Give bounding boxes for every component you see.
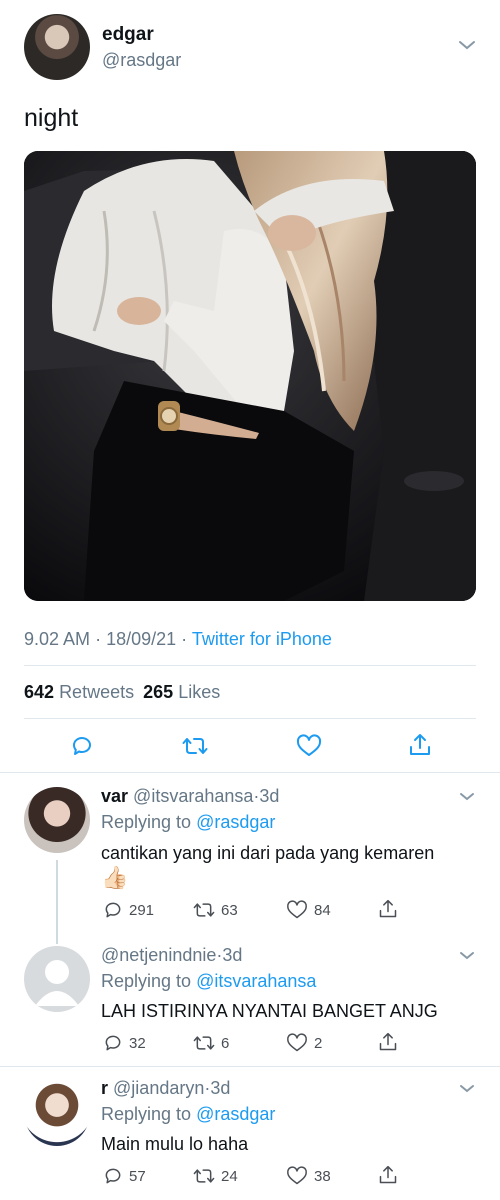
like-button[interactable]: 2 bbox=[286, 1033, 322, 1053]
reply-count: 57 bbox=[129, 1167, 146, 1185]
retweet-icon bbox=[193, 1169, 215, 1183]
retweet-button[interactable] bbox=[182, 734, 208, 763]
reply-text: LAH ISTIRINYA NYANTAI BANGET ANJG bbox=[101, 1001, 438, 1021]
reply-header: r @jiandaryn·3d bbox=[101, 1078, 230, 1099]
heart-icon bbox=[287, 1033, 307, 1052]
share-button[interactable] bbox=[378, 1164, 398, 1186]
divider bbox=[24, 665, 476, 666]
thumbs-up-emoji: 👍🏻 bbox=[101, 865, 129, 890]
replying-to: Replying to @rasdgar bbox=[101, 1104, 275, 1125]
retweet-icon bbox=[182, 738, 208, 754]
retweet-count: 6 bbox=[221, 1034, 230, 1052]
reply-avatar[interactable] bbox=[24, 787, 90, 853]
reply-handle[interactable]: @netjenindnie bbox=[101, 945, 216, 965]
like-button[interactable]: 38 bbox=[286, 1166, 331, 1186]
reply-time: 3d bbox=[210, 1078, 231, 1098]
reply-time: 3d bbox=[259, 786, 280, 806]
reply-count: 32 bbox=[129, 1034, 146, 1052]
heart-icon bbox=[287, 1166, 307, 1185]
divider bbox=[24, 718, 476, 719]
share-icon bbox=[410, 734, 430, 755]
meta-separator: · bbox=[95, 629, 107, 649]
retweets-stat[interactable]: 642 Retweets bbox=[24, 682, 139, 702]
reply-icon bbox=[105, 902, 121, 918]
reply-time: 3d bbox=[222, 945, 243, 965]
replying-to-link[interactable]: @rasdgar bbox=[196, 1104, 275, 1124]
tweet-time: 9.02 AM bbox=[24, 629, 91, 649]
chevron-down-icon[interactable] bbox=[458, 790, 476, 808]
reply-button[interactable] bbox=[70, 734, 94, 763]
likes-count: 265 bbox=[143, 682, 174, 702]
like-count: 84 bbox=[314, 901, 331, 919]
reply-display-name[interactable]: r bbox=[101, 1078, 108, 1098]
replying-to-link[interactable]: @itsvarahansa bbox=[196, 971, 316, 991]
retweets-count: 642 bbox=[24, 682, 55, 702]
retweet-count: 63 bbox=[221, 901, 238, 919]
heart-icon bbox=[296, 734, 322, 756]
retweet-button[interactable]: 24 bbox=[193, 1166, 238, 1186]
divider bbox=[0, 772, 500, 773]
replying-to-prefix: Replying to bbox=[101, 1104, 192, 1124]
reply-icon bbox=[105, 1035, 121, 1051]
replying-to-prefix: Replying to bbox=[101, 971, 192, 991]
retweet-count: 24 bbox=[221, 1167, 238, 1185]
like-button[interactable]: 84 bbox=[286, 900, 331, 920]
reply-avatar[interactable] bbox=[24, 1080, 90, 1146]
tweet-text: night bbox=[24, 104, 79, 132]
share-icon bbox=[379, 1165, 397, 1184]
reply-handle[interactable]: @jiandaryn bbox=[113, 1078, 204, 1098]
share-button[interactable] bbox=[378, 898, 398, 920]
reply-button[interactable]: 57 bbox=[103, 1166, 146, 1186]
author-handle[interactable]: @rasdgar bbox=[102, 50, 181, 71]
thread-line bbox=[56, 860, 58, 944]
tweet-source-link[interactable]: Twitter for iPhone bbox=[192, 629, 332, 649]
reply-header: var @itsvarahansa·3d bbox=[101, 786, 279, 807]
share-button[interactable] bbox=[378, 1031, 398, 1053]
share-button[interactable] bbox=[408, 732, 432, 763]
like-count: 38 bbox=[314, 1167, 331, 1185]
tweet-meta: 9.02 AM · 18/09/21 · Twitter for iPhone bbox=[24, 629, 332, 650]
like-button[interactable] bbox=[296, 734, 322, 763]
divider bbox=[0, 1066, 500, 1067]
chevron-down-icon[interactable] bbox=[458, 949, 476, 967]
author-avatar[interactable] bbox=[24, 14, 90, 80]
default-avatar[interactable] bbox=[24, 946, 90, 1012]
chevron-down-icon[interactable] bbox=[456, 38, 478, 57]
reply-handle[interactable]: @itsvarahansa bbox=[133, 786, 253, 806]
reply-icon bbox=[73, 737, 91, 755]
heart-icon bbox=[287, 900, 307, 919]
reply-text: cantikan yang ini dari pada yang kemaren bbox=[101, 843, 435, 863]
replying-to-link[interactable]: @rasdgar bbox=[196, 812, 275, 832]
share-icon bbox=[379, 1032, 397, 1051]
reply-text: Main mulu lo haha bbox=[101, 1134, 249, 1154]
meta-separator: · bbox=[181, 629, 192, 649]
chevron-down-icon[interactable] bbox=[458, 1082, 476, 1100]
retweets-label: Retweets bbox=[59, 682, 135, 702]
tweet-photo[interactable] bbox=[24, 151, 476, 601]
replying-to: Replying to @itsvarahansa bbox=[101, 971, 316, 992]
reply-icon bbox=[105, 1168, 121, 1184]
reply-button[interactable]: 32 bbox=[103, 1033, 146, 1053]
tweet-date: 18/09/21 bbox=[106, 629, 177, 649]
reply-button[interactable]: 291 bbox=[103, 900, 154, 920]
likes-stat[interactable]: 265 Likes bbox=[143, 682, 220, 702]
reply-count: 291 bbox=[129, 901, 155, 919]
reply-header: @netjenindnie·3d bbox=[101, 945, 242, 966]
retweet-button[interactable]: 63 bbox=[193, 900, 238, 920]
reply-display-name[interactable]: var bbox=[101, 786, 128, 806]
retweet-icon bbox=[193, 1036, 215, 1050]
replying-to-prefix: Replying to bbox=[101, 812, 192, 832]
retweet-icon bbox=[193, 903, 215, 917]
share-icon bbox=[379, 899, 397, 918]
likes-label: Likes bbox=[178, 682, 221, 702]
like-count: 2 bbox=[314, 1034, 323, 1052]
author-display-name[interactable]: edgar bbox=[102, 24, 154, 46]
retweet-button[interactable]: 6 bbox=[193, 1033, 229, 1053]
replying-to: Replying to @rasdgar bbox=[101, 812, 275, 833]
tweet-stats: 642 Retweets 265 Likes bbox=[24, 682, 220, 703]
